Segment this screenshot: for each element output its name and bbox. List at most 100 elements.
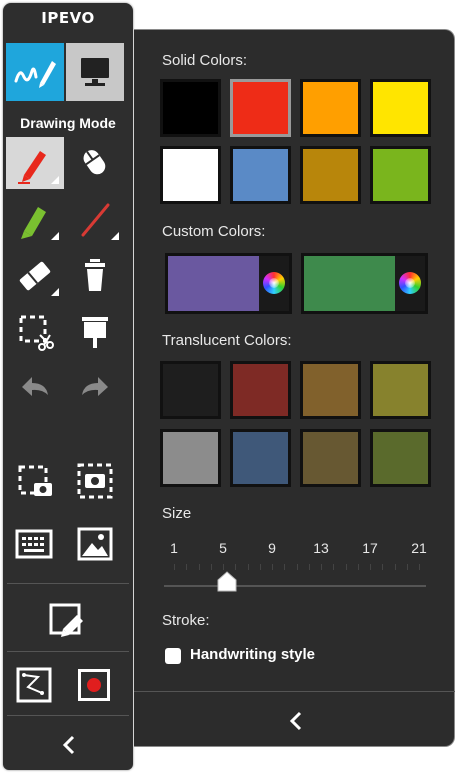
size-label: Size [162, 505, 192, 522]
custom-color-fill [304, 256, 395, 311]
desktop-mode-button[interactable] [66, 43, 124, 101]
translucent-color-swatch[interactable] [160, 429, 221, 487]
solid-color-swatch[interactable] [300, 146, 361, 204]
size-slider-tick [308, 564, 310, 570]
annotate-window-icon [49, 603, 83, 637]
chevron-left-icon [62, 735, 75, 755]
line-tool-button[interactable] [66, 193, 124, 245]
solid-color-swatch[interactable] [160, 146, 221, 204]
keyboard-button[interactable] [6, 519, 64, 571]
translucent-color-swatch[interactable] [160, 361, 221, 419]
size-scale: 1 5 9 13 17 21 [134, 540, 455, 560]
keyboard-icon [15, 529, 53, 559]
color-panel: Solid Colors: Custom Colors: Translucent… [134, 29, 455, 747]
stroke-label: Stroke: [162, 612, 210, 629]
translucent-color-swatch[interactable] [230, 361, 291, 419]
size-slider-tick [382, 564, 384, 570]
cursor-tool-button[interactable] [66, 137, 124, 189]
size-slider-tick [394, 564, 396, 570]
presentation-button[interactable] [6, 659, 64, 711]
collapse-panel-button[interactable] [134, 692, 455, 747]
size-slider-tick [223, 564, 224, 570]
pen-tool-button[interactable] [6, 137, 64, 189]
solid-color-swatch[interactable] [230, 79, 291, 137]
undo-button[interactable] [6, 361, 64, 413]
translucent-color-swatch[interactable] [230, 429, 291, 487]
collapse-toolbar-button[interactable] [3, 717, 133, 770]
region-capture-button[interactable] [6, 455, 64, 507]
translucent-color-swatch[interactable] [370, 429, 431, 487]
pen-scribble-icon [14, 61, 56, 88]
translucent-color-swatch[interactable] [300, 361, 361, 419]
solid-colors-label: Solid Colors: [162, 52, 248, 69]
toolbar-separator [7, 651, 129, 652]
whiteboard-button[interactable] [66, 305, 124, 357]
size-value: 5 [219, 540, 227, 556]
size-value: 13 [313, 540, 329, 556]
toolbar: IPEVO Drawing Mode [3, 3, 133, 770]
redo-button[interactable] [66, 361, 124, 413]
size-slider-tick [272, 564, 273, 570]
translucent-color-swatch[interactable] [370, 361, 431, 419]
handwriting-checkbox[interactable] [165, 648, 181, 664]
mode-label: Drawing Mode [20, 115, 116, 131]
solid-color-swatch[interactable] [370, 79, 431, 137]
brand-logo: IPEVO [41, 9, 95, 27]
size-slider-tick [406, 564, 408, 570]
solid-color-swatch[interactable] [160, 79, 221, 137]
solid-color-swatch[interactable] [230, 146, 291, 204]
size-slider-thumb[interactable] [216, 571, 238, 598]
image-icon [77, 527, 113, 561]
mouse-icon [83, 150, 106, 175]
record-icon [78, 669, 110, 701]
size-slider-tick [247, 564, 249, 570]
size-slider-tick [235, 564, 237, 570]
size-value: 21 [411, 540, 427, 556]
drawing-mode-button[interactable] [6, 43, 64, 101]
size-slider-tick [321, 564, 322, 570]
size-value: 1 [170, 540, 178, 556]
toolbar-separator [7, 715, 129, 716]
size-slider-tick [333, 564, 335, 570]
size-slider-tick [419, 564, 420, 570]
translucent-color-swatch[interactable] [300, 429, 361, 487]
handwriting-label[interactable]: Handwriting style [190, 646, 315, 663]
size-slider-tick [370, 564, 371, 570]
clear-button[interactable] [66, 249, 124, 301]
monitor-icon [81, 58, 109, 86]
eraser-tool-button[interactable] [6, 249, 64, 301]
translucent-colors-label: Translucent Colors: [162, 332, 292, 349]
custom-colors-label: Custom Colors: [162, 223, 266, 240]
image-button[interactable] [66, 519, 124, 571]
size-slider-tick [284, 564, 286, 570]
size-slider-tick [259, 564, 261, 570]
size-value: 9 [268, 540, 276, 556]
cut-tool-button[interactable] [6, 305, 64, 357]
size-slider-tick [210, 564, 212, 570]
toolbar-separator [7, 583, 129, 584]
highlighter-tool-button[interactable] [6, 193, 64, 245]
region-camera-icon [18, 465, 52, 496]
size-slider-tick [186, 564, 188, 570]
submenu-indicator [51, 176, 59, 184]
submenu-indicator [51, 288, 59, 296]
size-slider-tick [198, 564, 200, 570]
custom-color-fill [168, 256, 259, 311]
submenu-indicator [111, 232, 119, 240]
full-camera-icon [77, 463, 113, 499]
full-capture-button[interactable] [66, 455, 124, 507]
submenu-indicator [51, 232, 59, 240]
undo-icon [22, 377, 48, 396]
annotate-window-button[interactable] [39, 595, 97, 647]
size-slider-track[interactable] [164, 585, 426, 587]
custom-color-swatch[interactable] [165, 253, 292, 314]
slider-thumb-icon [217, 571, 237, 592]
solid-color-swatch[interactable] [370, 146, 431, 204]
record-button[interactable] [66, 659, 124, 711]
solid-color-swatch[interactable] [300, 79, 361, 137]
custom-color-swatch[interactable] [301, 253, 428, 314]
select-cut-icon [19, 315, 54, 351]
color-wheel-icon[interactable] [263, 272, 285, 294]
color-wheel-icon[interactable] [399, 272, 421, 294]
chevron-left-icon [289, 711, 302, 731]
